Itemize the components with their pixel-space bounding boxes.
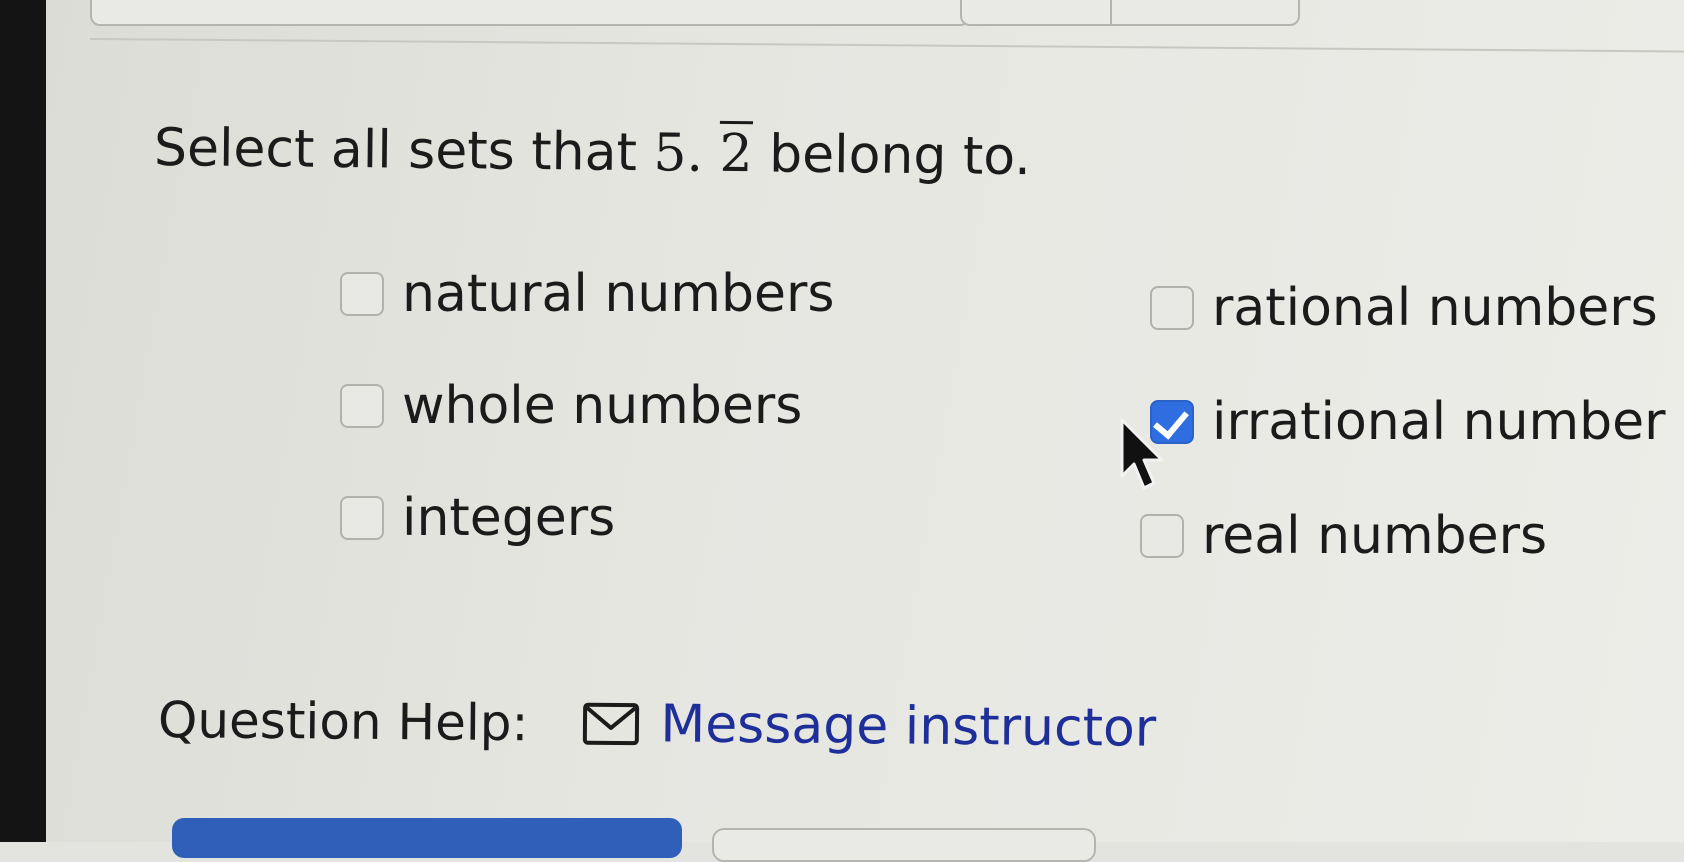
checkbox-whole-numbers[interactable] — [340, 384, 384, 428]
option-label: integers — [402, 488, 616, 548]
question-number-whole: 5. — [653, 123, 704, 184]
option-label: irrational number — [1212, 392, 1666, 452]
question-help-label: Question Help: — [157, 691, 529, 753]
option-label: rational numbers — [1212, 278, 1658, 338]
option-integers[interactable]: integers — [340, 492, 615, 544]
checkbox-rational-numbers[interactable] — [1150, 286, 1194, 330]
option-irrational-numbers[interactable]: irrational number — [1150, 396, 1666, 448]
option-whole-numbers[interactable]: whole numbers — [340, 380, 802, 432]
top-answer-box[interactable] — [90, 0, 970, 26]
top-control-box[interactable] — [960, 0, 1300, 26]
option-label: real numbers — [1202, 506, 1548, 566]
checkbox-natural-numbers[interactable] — [340, 272, 384, 316]
question-text: Select all sets that 5. 2 belong to. — [154, 118, 1031, 187]
checkbox-real-numbers[interactable] — [1140, 514, 1184, 558]
screen-bezel — [0, 0, 46, 842]
question-prefix: Select all sets that — [153, 118, 654, 184]
mouse-cursor-icon — [1120, 418, 1164, 490]
top-control-divider — [1110, 0, 1112, 24]
option-label: whole numbers — [402, 376, 803, 436]
mail-icon[interactable] — [582, 702, 640, 747]
question-number-repeating: 2 — [719, 123, 754, 185]
question-page: Select all sets that 5. 2 belong to. nat… — [46, 0, 1684, 862]
option-rational-numbers[interactable]: rational numbers — [1150, 282, 1658, 334]
question-suffix: belong to. — [752, 124, 1032, 188]
message-instructor-link[interactable]: Message instructor — [660, 694, 1156, 758]
option-real-numbers[interactable]: real numbers — [1140, 510, 1547, 562]
checkbox-integers[interactable] — [340, 496, 384, 540]
option-natural-numbers[interactable]: natural numbers — [340, 268, 834, 320]
question-help: Question Help: Message instructor — [158, 690, 1157, 759]
section-divider — [89, 38, 1684, 53]
submit-button[interactable] — [172, 818, 682, 858]
option-label: natural numbers — [402, 264, 835, 324]
secondary-button[interactable] — [712, 828, 1096, 862]
